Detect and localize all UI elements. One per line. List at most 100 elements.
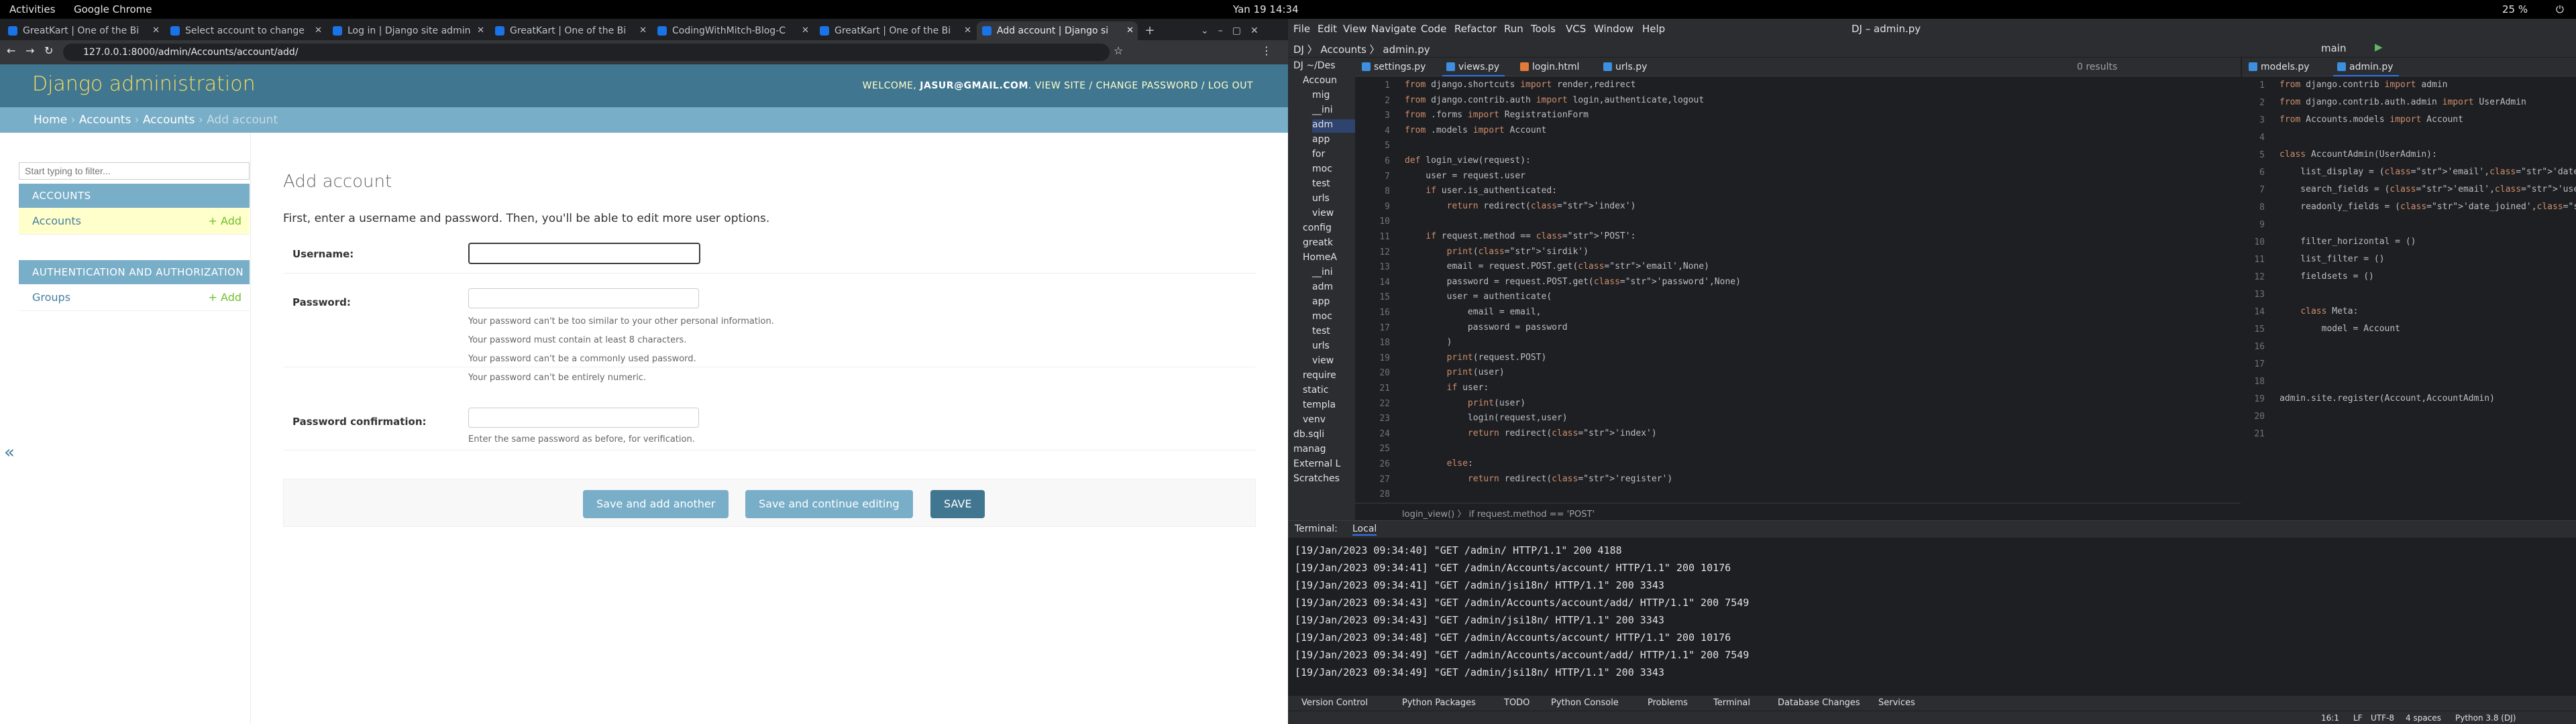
project-tree-item[interactable]: view <box>1312 355 1334 369</box>
code-line[interactable]: list_filter = () <box>2279 251 2384 268</box>
save-button[interactable]: SAVE <box>930 490 985 518</box>
site-brand[interactable]: Django administration <box>32 72 256 96</box>
project-tree-item[interactable]: External L <box>1293 459 1340 472</box>
browser-tab[interactable]: GreatKart | One of the Bi ✕ <box>490 21 651 40</box>
browser-tab[interactable]: GreatKart | One of the Bi ✕ <box>3 21 164 40</box>
code-line[interactable]: from .models import Account <box>1405 122 1546 139</box>
project-tree-item[interactable]: urls <box>1312 341 1330 354</box>
project-tree-item[interactable]: app <box>1312 296 1330 310</box>
menu-tools[interactable]: Tools <box>1531 23 1556 35</box>
tool-terminal[interactable]: Terminal <box>1713 698 1750 708</box>
project-tree-item[interactable]: static <box>1303 385 1328 398</box>
power-icon[interactable]: ⏻ <box>2556 3 2564 15</box>
tab-models-py[interactable]: models.py <box>2245 60 2315 76</box>
tool-python-console[interactable]: Python Console <box>1551 698 1619 708</box>
chrome-app-menu[interactable]: Google Chrome <box>74 3 152 15</box>
forward-icon[interactable]: → <box>25 44 34 57</box>
module-heading-auth[interactable]: AUTHENTICATION AND AUTHORIZATION <box>19 260 250 284</box>
code-line[interactable]: fieldsets = () <box>2279 268 2374 286</box>
clock[interactable]: Yan 19 14:34 <box>1233 3 1299 15</box>
branch-widget[interactable]: main <box>2321 42 2346 54</box>
project-tree-item[interactable]: db.sqli <box>1293 429 1324 442</box>
nav-path[interactable]: DJ 〉 Accounts 〉 admin.py <box>1293 42 1430 56</box>
menu-view[interactable]: View <box>1343 23 1367 35</box>
menu-vcs[interactable]: VCS <box>1566 23 1586 35</box>
add-groups-link[interactable]: + Add <box>209 284 241 311</box>
chrome-menu-icon[interactable]: ⋮ <box>1261 44 1272 57</box>
url-field[interactable]: 127.0.0.1:8000/admin/Accounts/account/ad… <box>63 44 1110 61</box>
project-tree-item[interactable]: manag <box>1293 444 1326 457</box>
project-tree-item[interactable]: require <box>1303 370 1336 383</box>
project-tree-item[interactable]: greatk <box>1303 237 1333 251</box>
indent-setting[interactable]: 4 spaces <box>2406 713 2441 723</box>
code-line[interactable]: filter_horizontal = () <box>2279 233 2416 251</box>
breadcrumb-home[interactable]: Home <box>34 113 67 127</box>
tab-login-html[interactable]: login.html <box>1516 60 1585 76</box>
breadcrumb-model[interactable]: Accounts <box>143 113 195 127</box>
tool-todo[interactable]: TODO <box>1504 698 1529 708</box>
browser-tab[interactable]: CodingWithMitch-Blog-C ✕ <box>652 21 813 40</box>
sidebar-collapse-button[interactable]: « <box>4 442 15 463</box>
project-tree-item[interactable]: moc <box>1312 311 1332 324</box>
close-icon[interactable]: ✕ <box>152 21 160 40</box>
close-icon[interactable]: ✕ <box>964 21 971 40</box>
battery-indicator[interactable]: 25 % <box>2502 3 2528 15</box>
window-controls[interactable]: ⌄–▢✕ <box>1201 21 1281 40</box>
project-tree-item[interactable]: Accoun <box>1303 75 1337 88</box>
code-line[interactable]: model = Account <box>2279 320 2400 338</box>
tool-version-control[interactable]: Version Control <box>1301 698 1368 708</box>
code-line[interactable]: from django.contrib import admin <box>2279 76 2447 94</box>
back-icon[interactable]: ← <box>7 44 15 57</box>
browser-tab[interactable]: Log in | Django site admin ✕ <box>327 21 488 40</box>
tool-database-changes[interactable]: Database Changes <box>1778 698 1860 708</box>
python-interpreter[interactable]: Python 3.8 (DJ) <box>2455 713 2516 723</box>
line-separator[interactable]: LF <box>2353 713 2363 723</box>
project-tree-item[interactable]: app <box>1312 134 1330 147</box>
project-tree-item[interactable]: adm <box>1312 282 1333 295</box>
project-tree-item[interactable]: adm <box>1312 119 1355 133</box>
code-line[interactable]: class Meta: <box>2279 303 2358 320</box>
project-tree-item[interactable]: config <box>1303 223 1332 236</box>
save-and-continue-button[interactable]: Save and continue editing <box>745 490 913 518</box>
code-line[interactable]: return redirect(class="str">'register') <box>1405 471 1672 488</box>
menu-edit[interactable]: Edit <box>1318 23 1337 35</box>
sidebar-filter-input[interactable] <box>19 162 250 180</box>
project-tree-item[interactable]: __ini <box>1312 105 1333 118</box>
user-links[interactable]: VIEW SITE / CHANGE PASSWORD / LOG OUT <box>1035 80 1253 91</box>
code-line[interactable]: return redirect(class="str">'index') <box>1405 198 1636 215</box>
tab-settings-py[interactable]: settings.py <box>1358 60 1431 76</box>
project-tree-item[interactable]: test <box>1312 326 1330 339</box>
project-tree-item[interactable]: Scratches <box>1293 473 1340 487</box>
menu-help[interactable]: Help <box>1642 23 1665 35</box>
code-line[interactable]: search_fields = (class="str">'email',cla… <box>2279 181 2576 198</box>
password-confirm-input[interactable] <box>468 408 699 428</box>
project-tree-item[interactable]: DJ ~/Des <box>1293 60 1336 74</box>
tab-admin-py[interactable]: admin.py <box>2333 60 2399 76</box>
module-heading-accounts[interactable]: ACCOUNTS <box>19 184 250 208</box>
run-icon[interactable]: ▶ <box>2375 41 2383 53</box>
close-icon[interactable]: ✕ <box>802 21 809 40</box>
tool-services[interactable]: Services <box>1878 698 1915 708</box>
sidebar-item-groups[interactable]: Groups + Add <box>19 284 250 311</box>
menu-code[interactable]: Code <box>1421 23 1446 35</box>
menu-run[interactable]: Run <box>1504 23 1523 35</box>
code-line[interactable]: readonly_fields = (class="str">'date_joi… <box>2279 198 2576 216</box>
close-icon[interactable]: ✕ <box>1126 21 1134 40</box>
save-and-add-another-button[interactable]: Save and add another <box>583 490 729 518</box>
project-tree-item[interactable]: __ini <box>1312 267 1333 280</box>
code-breadcrumb[interactable]: login_view() 〉 if request.method == 'POS… <box>1355 503 2241 520</box>
menu-file[interactable]: File <box>1293 23 1310 35</box>
project-tree-item[interactable]: for <box>1312 149 1325 162</box>
close-icon[interactable]: ✕ <box>639 21 647 40</box>
tool-python-packages[interactable]: Python Packages <box>1402 698 1476 708</box>
project-tree-item[interactable]: HomeA <box>1303 252 1337 265</box>
browser-tab[interactable]: Select account to change ✕ <box>165 21 326 40</box>
tab-views-py[interactable]: views.py <box>1442 60 1505 76</box>
tab-urls-py[interactable]: urls.py <box>1599 60 1652 76</box>
code-line[interactable]: list_display = (class="str">'email',clas… <box>2279 164 2576 181</box>
breadcrumb-app[interactable]: Accounts <box>79 113 131 127</box>
reload-icon[interactable]: ↻ <box>44 44 53 57</box>
username-input[interactable] <box>468 243 700 264</box>
project-tree-item[interactable]: test <box>1312 178 1330 192</box>
terminal-tab-local[interactable]: Local <box>1352 524 1377 536</box>
